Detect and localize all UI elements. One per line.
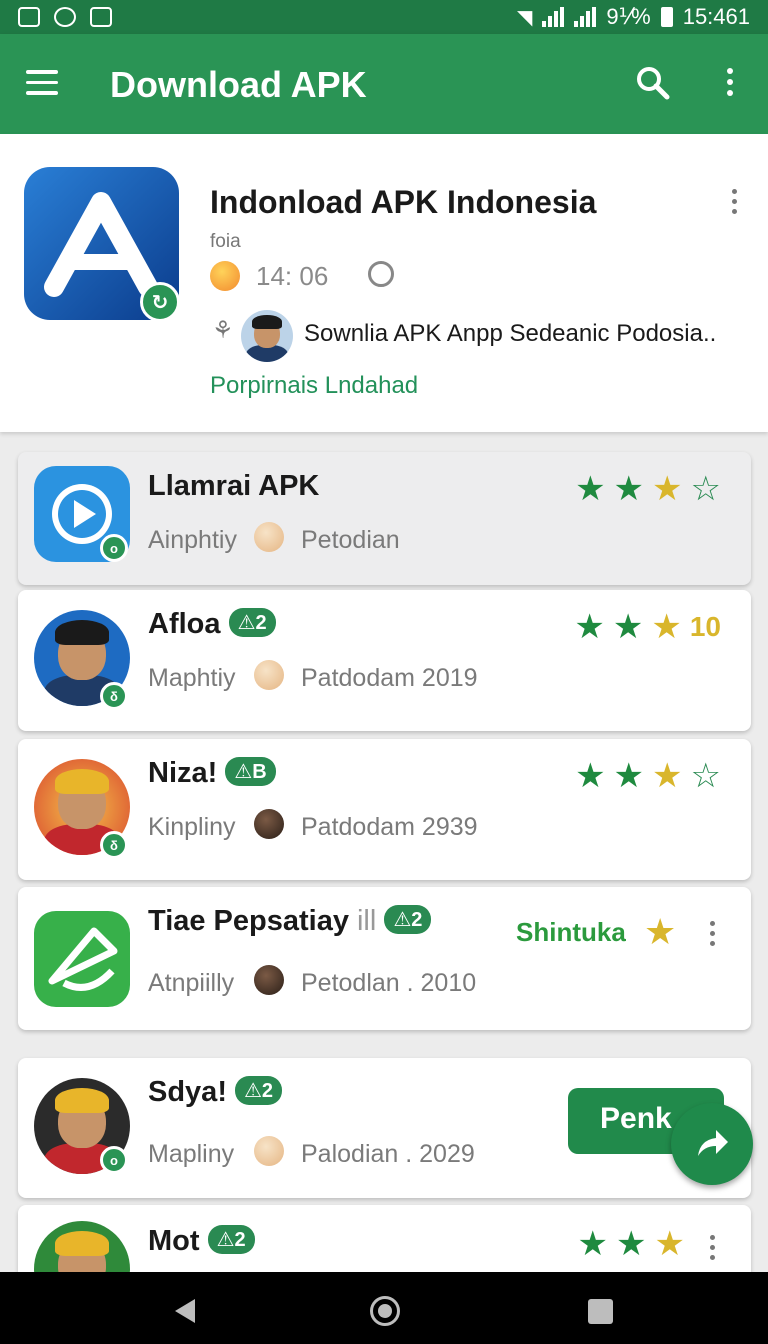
item-subtitle: Ainphtiy [148, 526, 237, 554]
share-fab[interactable] [671, 1103, 753, 1185]
globe-icon [368, 261, 394, 287]
avatar-small [254, 809, 284, 839]
item-date: Petodlan . 2010 [301, 969, 477, 997]
menu-icon[interactable] [26, 70, 58, 96]
share-arrow-icon [698, 1130, 728, 1156]
item-subtitle: Kinpliny [148, 813, 236, 841]
battery-icon [660, 7, 673, 27]
status-dot-icon: δ [100, 831, 128, 859]
avatar-small [254, 965, 284, 995]
list-item[interactable]: o Sdya! ⚠2 Mapliny Palodian . 2029 Penk [18, 1058, 751, 1198]
wifi-icon: ◥ [517, 6, 533, 29]
search-icon[interactable] [636, 66, 670, 100]
item-date: Palodian . 2029 [301, 1140, 475, 1168]
plant-icon: ⚘ [212, 317, 234, 344]
star-icon: ★ [575, 470, 606, 508]
level-tag: ⚠B [225, 757, 276, 786]
item-badge: Shintuka [516, 917, 626, 947]
star-icon: ★ [575, 757, 606, 795]
list-item[interactable]: δ Niza! ⚠B Kinpliny Patdodam 2939 ★ ★ ★ ☆ [18, 739, 751, 880]
verified-badge-icon: ↻ [140, 282, 180, 322]
home-icon[interactable] [370, 1296, 400, 1326]
star-icon: ★ [612, 608, 644, 646]
recent-apps-icon[interactable] [588, 1299, 613, 1324]
star-icon: ★ [613, 470, 645, 508]
emoji-icon [254, 660, 284, 690]
list-item[interactable]: δ Afloa ⚠2 Maphtiy Patdodam 2019 ★ ★ ★ 10 [18, 590, 751, 731]
overflow-menu-icon[interactable] [727, 68, 733, 96]
signal-icon-2 [574, 7, 597, 27]
star-half-icon: ★ [652, 757, 683, 795]
list-item[interactable]: Tiae Pepsatiay ill ⚠2 Atnpiilly Petodlan .… [18, 887, 751, 1030]
status-dot-icon: o [100, 1146, 128, 1174]
battery-percent: 9⅟% [606, 4, 651, 29]
level-tag: ⚠2 [228, 608, 276, 637]
emoji-icon [254, 522, 284, 552]
featured-subtitle: foia [210, 231, 241, 252]
featured-time: 14: 06 [256, 261, 329, 291]
rating: ★ ★ ★ 10 [574, 610, 721, 644]
item-title: Mot ⚠2 [148, 1225, 255, 1258]
status-bar: ◥ 9⅟% 15:461 [0, 0, 768, 34]
signal-icon [542, 7, 565, 27]
item-subtitle: Mapliny [148, 1140, 235, 1168]
star-icon: ★ [577, 1225, 609, 1263]
emoji-icon [210, 261, 240, 291]
calendar-icon [90, 7, 112, 27]
item-title: Sdya! ⚠2 [148, 1076, 283, 1109]
card-menu-icon[interactable] [732, 189, 737, 214]
item-subtitle: Maphtiy [148, 664, 236, 692]
star-half-icon: ★ [644, 911, 677, 952]
rating: ★ ★ ★ [578, 1227, 685, 1261]
item-date: Patdodam 2019 [301, 664, 478, 692]
item-title: Tiae Pepsatiay ill ⚠2 [148, 905, 432, 938]
star-icon: ★ [616, 1225, 647, 1263]
rating: ★ ★ ★ ☆ [575, 472, 721, 506]
back-icon[interactable] [175, 1299, 195, 1323]
item-title: Afloa ⚠2 [148, 608, 276, 641]
message-icon [54, 7, 76, 27]
avatar [241, 310, 293, 362]
level-tag: ⚠2 [207, 1225, 255, 1254]
emoji-icon [254, 1136, 284, 1166]
star-icon: ★ [613, 757, 645, 795]
star-half-icon: ★ [654, 1225, 685, 1263]
item-menu-icon[interactable] [710, 921, 715, 946]
notification-icon [18, 7, 40, 27]
item-title: Niza! ⚠B [148, 757, 276, 790]
item-date: Patdodam 2939 [301, 813, 478, 841]
item-date: Petodian [301, 526, 400, 554]
level-tag: ⚠2 [384, 905, 432, 934]
featured-title: Indonload APK Indonesia [210, 184, 597, 220]
star-outline-icon: ☆ [690, 757, 721, 795]
star-outline-icon: ☆ [690, 470, 721, 508]
app-icon [34, 911, 130, 1007]
featured-app-card[interactable]: ↻ Indonload APK Indonesia foia 14: 06 ⚘ … [0, 134, 768, 432]
list-item[interactable]: o Llamrai APK Ainphtiy Petodian ★ ★ ★ ☆ [18, 452, 751, 585]
level-tag: ⚠2 [234, 1076, 283, 1105]
status-dot-icon: δ [100, 682, 128, 710]
star-icon: ★ [574, 608, 605, 646]
featured-description: Sownlia APK Anpp Sedeanic Podosia.. [304, 320, 717, 347]
status-dot-icon: o [100, 534, 128, 562]
page-title: Download APK [110, 64, 367, 105]
clock: 15:461 [682, 4, 750, 29]
star-half-icon: ★ [652, 470, 683, 508]
item-menu-icon[interactable] [710, 1235, 715, 1260]
rating: ★ ★ ★ ☆ [575, 759, 721, 793]
item-subtitle: Atnpiilly [148, 969, 235, 997]
rating-count: 10 [689, 611, 721, 642]
featured-link[interactable]: Porpirnais Lndahad [210, 372, 418, 400]
star-half-icon: ★ [651, 608, 682, 646]
app-bar: Download APK [0, 34, 768, 134]
item-title: Llamrai APK [148, 470, 320, 502]
